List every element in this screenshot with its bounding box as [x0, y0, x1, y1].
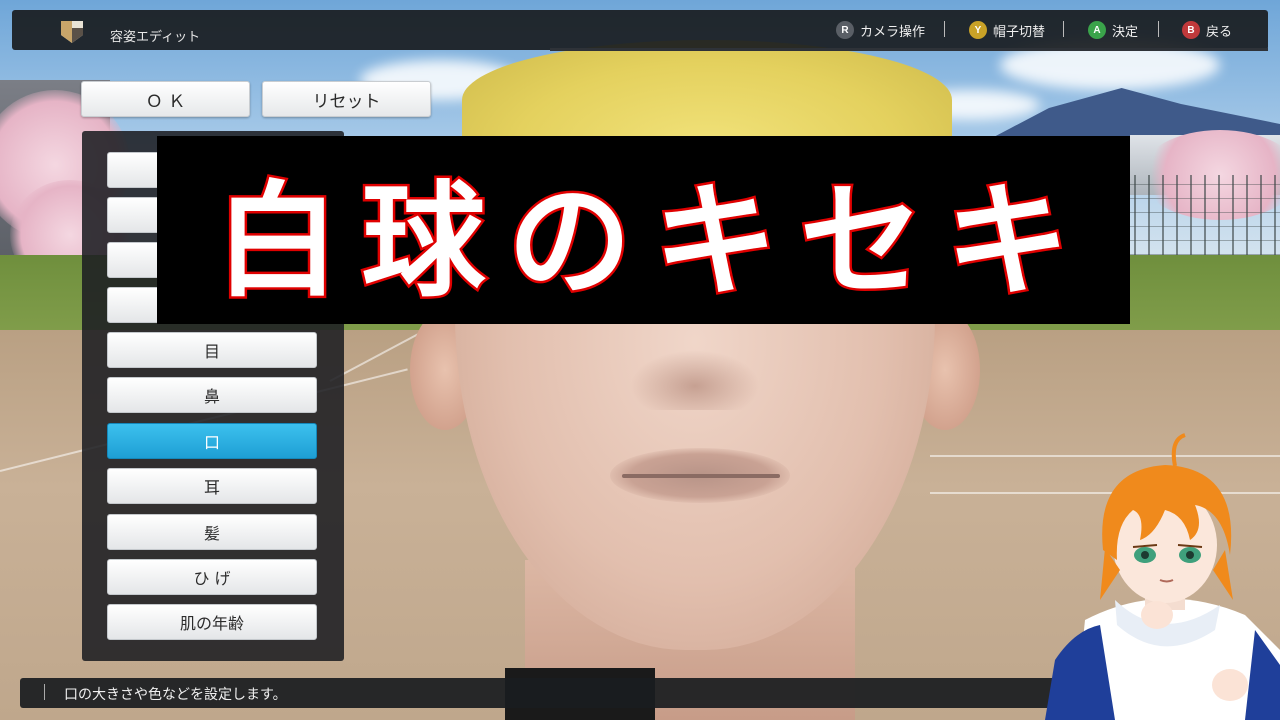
menu-item-skin-age[interactable]: 肌の年齢: [107, 604, 317, 640]
menu-item-ears[interactable]: 耳: [107, 468, 317, 504]
menu-item-nose[interactable]: 鼻: [107, 377, 317, 413]
video-title-banner: 白球のキセキ: [157, 136, 1130, 324]
hint-label: カメラ操作: [860, 24, 926, 40]
b-button-icon: B: [1182, 21, 1200, 39]
a-button-icon: A: [1088, 21, 1106, 39]
menu-item-beard[interactable]: ひ げ: [107, 559, 317, 595]
vtuber-avatar-image: [1045, 433, 1280, 720]
reset-button[interactable]: リセット: [262, 81, 431, 117]
screen-title: 容姿エディット: [110, 30, 201, 45]
divider: [44, 684, 45, 700]
player-nose: [630, 350, 760, 410]
backstop-fence: [1120, 175, 1280, 255]
r-button-icon: R: [836, 21, 854, 39]
hint-confirm[interactable]: A 決定: [1088, 20, 1138, 40]
hint-back[interactable]: B 戻る: [1182, 20, 1232, 40]
hint-label: 決定: [1112, 24, 1139, 40]
menu-item-mouth[interactable]: 口: [107, 423, 317, 459]
divider: [1158, 21, 1159, 37]
edit-mode-icon: [61, 21, 83, 43]
description-text: 口の大きさや色などを設定します。: [64, 687, 287, 703]
player-lip-line: [622, 474, 780, 478]
menu-item-eyes[interactable]: 目: [107, 332, 317, 368]
y-button-icon: Y: [969, 21, 987, 39]
hint-camera[interactable]: R カメラ操作: [836, 20, 925, 40]
menu-item-hair[interactable]: 髪: [107, 514, 317, 550]
divider: [944, 21, 945, 37]
video-title-text: 白球のキセキ: [213, 168, 1092, 317]
ok-button[interactable]: Ｏ Ｋ: [81, 81, 250, 117]
header-bar: [12, 10, 1268, 50]
hint-label: 帽子切替: [993, 24, 1046, 40]
hint-hat-toggle[interactable]: Y 帽子切替: [969, 20, 1045, 40]
hint-label: 戻る: [1206, 24, 1233, 40]
header-accent-line: [550, 48, 1268, 51]
divider: [1063, 21, 1064, 37]
